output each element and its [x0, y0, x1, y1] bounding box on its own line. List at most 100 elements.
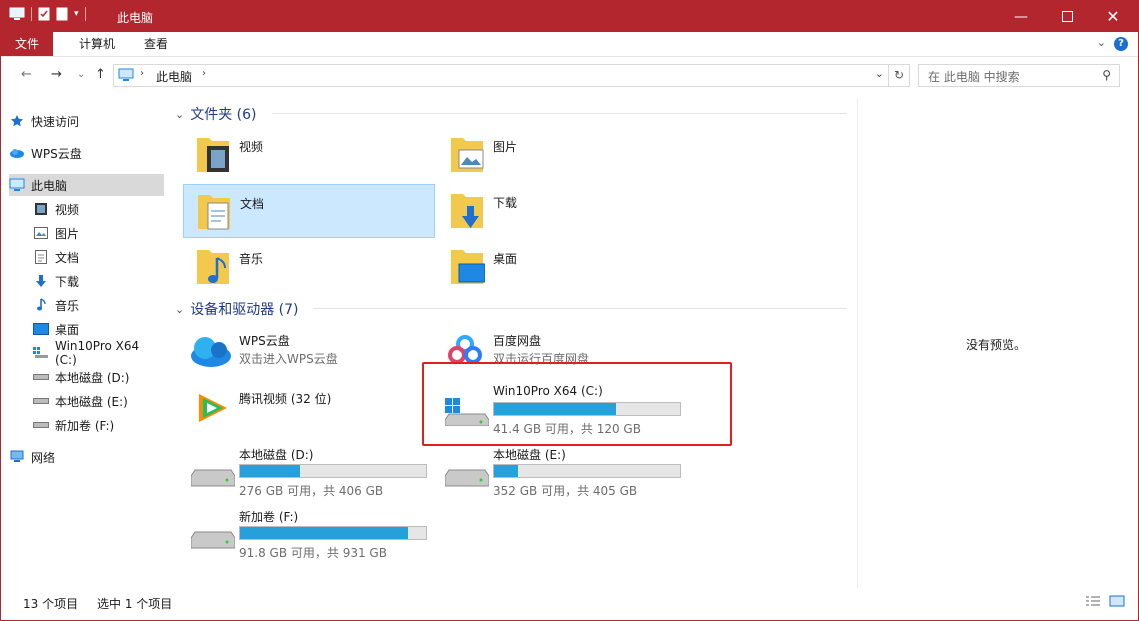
drive-free-space: 276 GB 可用，共 406 GB	[239, 484, 384, 498]
folder-label: 图片	[493, 140, 518, 154]
folder-videos[interactable]: 视频	[183, 128, 433, 180]
devices-group-header[interactable]: ⌄ 设备和驱动器 (7)	[175, 299, 299, 319]
chevron-down-icon[interactable]: ⌄	[1097, 36, 1106, 49]
drive-icon	[33, 374, 49, 380]
system-drive-icon	[33, 347, 48, 358]
music-icon	[37, 298, 46, 311]
tab-view[interactable]: 查看	[130, 32, 182, 56]
folder-music[interactable]: 音乐	[183, 240, 433, 292]
music-folder-icon	[197, 250, 229, 284]
selection-count: 选中 1 个项目	[97, 597, 173, 611]
preview-pane: 没有预览。	[857, 98, 1130, 588]
desktop-icon	[33, 323, 49, 335]
divider	[313, 308, 847, 309]
sidebar-item-network[interactable]: 网络	[9, 446, 164, 468]
folder-label: 文档	[240, 197, 265, 211]
sidebar-item-label: 图片	[55, 226, 80, 241]
sidebar-item-label: 桌面	[55, 322, 80, 337]
drive-icon	[191, 531, 235, 549]
separator	[84, 7, 86, 21]
forward-arrow-icon[interactable]: →	[51, 67, 62, 82]
search-placeholder: 在 此电脑 中搜索	[928, 70, 1020, 84]
content-pane: ⌄ 文件夹 (6) 视频 图片 文档 下载 音乐 桌面 ⌄ 设备和驱动器 (7)…	[167, 96, 855, 588]
pc-icon	[9, 178, 25, 191]
drive-f-item[interactable]: 新加卷 (F:) 91.8 GB 可用，共 931 GB	[183, 500, 433, 564]
wps-cloud-item[interactable]: WPS云盘 双击进入WPS云盘	[183, 326, 433, 378]
sidebar-item-music[interactable]: 音乐	[33, 294, 164, 316]
drive-e-item[interactable]: 本地磁盘 (E:) 352 GB 可用，共 405 GB	[437, 438, 687, 502]
divider	[272, 113, 847, 114]
back-arrow-icon[interactable]: ←	[21, 67, 32, 82]
tab-computer[interactable]: 计算机	[65, 32, 129, 56]
sidebar-item-drive-e[interactable]: 本地磁盘 (E:)	[33, 390, 164, 412]
sidebar-item-desktop[interactable]: 桌面	[33, 318, 164, 340]
item-description: 双击进入WPS云盘	[239, 352, 338, 366]
breadcrumb[interactable]: 此电脑	[156, 68, 192, 85]
help-icon[interactable]: ?	[1114, 37, 1128, 51]
drive-name: 本地磁盘 (E:)	[493, 448, 566, 462]
sidebar-item-documents[interactable]: 文档	[33, 246, 164, 268]
sidebar-item-label: 本地磁盘 (E:)	[55, 394, 128, 409]
title-bar: ▾ 此电脑 — ✕	[1, 1, 1138, 32]
drive-icon	[445, 469, 489, 487]
sidebar-item-quick-access[interactable]: 快速访问	[9, 110, 164, 132]
maximize-icon	[1061, 11, 1073, 22]
chevron-down-icon[interactable]: ⌄	[175, 303, 184, 316]
sidebar-item-label: 网络	[31, 450, 56, 465]
sidebar-item-pictures[interactable]: 图片	[33, 222, 164, 244]
folder-downloads[interactable]: 下载	[437, 184, 687, 236]
search-input[interactable]: 在 此电脑 中搜索 ⚲	[918, 64, 1120, 87]
maximize-button[interactable]	[1044, 1, 1090, 32]
document-folder-icon	[198, 195, 230, 230]
sidebar-item-drive-c[interactable]: Win10Pro X64 (C:)	[33, 339, 164, 367]
video-icon	[35, 203, 47, 215]
window-title: 此电脑	[117, 11, 154, 25]
sidebar-item-this-pc[interactable]: 此电脑	[9, 174, 164, 196]
tencent-video-item[interactable]: 腾讯视频 (32 位)	[183, 384, 433, 436]
sidebar-item-drive-d[interactable]: 本地磁盘 (D:)	[33, 366, 164, 388]
details-view-icon[interactable]	[1085, 595, 1101, 607]
large-icons-view-icon[interactable]	[1109, 595, 1125, 607]
chevron-down-icon[interactable]: ⌄	[875, 67, 884, 80]
folder-desktop[interactable]: 桌面	[437, 240, 687, 292]
search-icon: ⚲	[1102, 68, 1111, 82]
folder-pictures[interactable]: 图片	[437, 128, 687, 180]
chevron-right-icon[interactable]: ›	[140, 68, 144, 79]
drive-icon	[191, 469, 235, 487]
folders-group-header[interactable]: ⌄ 文件夹 (6)	[175, 104, 257, 124]
pc-icon	[118, 68, 134, 81]
chevron-down-icon[interactable]: ▾	[74, 9, 79, 19]
preview-text: 没有预览。	[966, 338, 1027, 352]
drive-name: 本地磁盘 (D:)	[239, 448, 314, 462]
sidebar-item-label: Win10Pro X64 (C:)	[55, 339, 140, 367]
folder-label: 桌面	[493, 252, 518, 266]
refresh-button[interactable]: ↻	[888, 64, 910, 87]
recent-dropdown-icon[interactable]: ⌄	[77, 69, 85, 80]
drive-usage-fill	[240, 465, 300, 477]
status-bar: 13 个项目 选中 1 个项目	[1, 589, 1138, 615]
new-folder-icon[interactable]	[56, 7, 68, 21]
tencent-video-icon	[199, 394, 227, 422]
folder-documents[interactable]: 文档	[183, 184, 435, 238]
close-button[interactable]: ✕	[1090, 1, 1136, 32]
sidebar-item-downloads[interactable]: 下载	[33, 270, 164, 292]
sidebar-item-drive-f[interactable]: 新加卷 (F:)	[33, 414, 164, 436]
chevron-down-icon[interactable]: ⌄	[175, 108, 184, 121]
address-bar[interactable]: › 此电脑 › ⌄	[113, 64, 889, 87]
properties-icon[interactable]	[38, 7, 50, 21]
drive-icon	[33, 398, 49, 404]
chevron-right-icon[interactable]: ›	[202, 68, 206, 79]
drive-usage-bar	[239, 464, 427, 478]
star-icon	[11, 115, 23, 127]
sidebar-item-label: 下载	[55, 274, 80, 289]
tab-file[interactable]: 文件	[1, 32, 54, 56]
drive-d-item[interactable]: 本地磁盘 (D:) 276 GB 可用，共 406 GB	[183, 438, 433, 502]
sidebar-item-videos[interactable]: 视频	[33, 198, 164, 220]
minimize-button[interactable]: —	[998, 1, 1044, 32]
item-name: WPS云盘	[239, 334, 290, 348]
refresh-icon: ↻	[893, 68, 905, 82]
desktop-folder-icon	[451, 250, 485, 284]
sidebar-item-wps-cloud[interactable]: WPS云盘	[9, 142, 164, 164]
drive-usage-bar	[239, 526, 427, 540]
up-arrow-icon[interactable]: ↑	[95, 67, 106, 82]
